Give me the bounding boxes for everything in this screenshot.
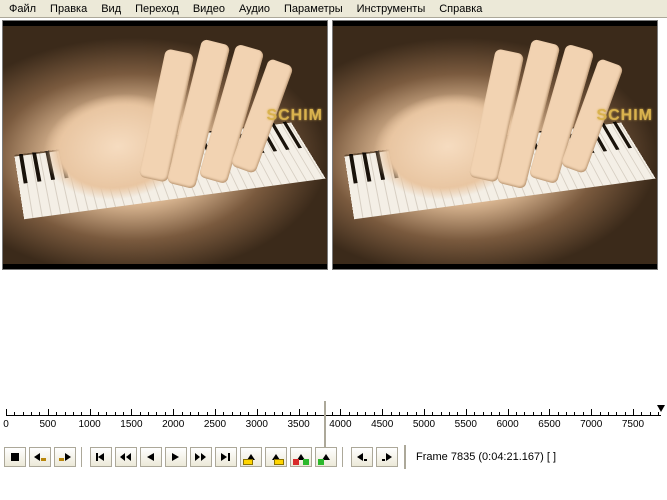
mark-range-end-button[interactable] — [315, 447, 337, 467]
menu-tools[interactable]: Инструменты — [350, 1, 433, 17]
go-selection-start-button[interactable] — [29, 447, 51, 467]
menu-audio[interactable]: Аудио — [232, 1, 277, 17]
toolbar-divider — [404, 445, 406, 469]
key-prev-button[interactable] — [140, 447, 162, 467]
tick-label: 6000 — [496, 419, 518, 430]
menu-view[interactable]: Вид — [94, 1, 128, 17]
video-frame-output: SCHIM — [333, 26, 657, 264]
frame-status-label: Frame 7835 (0:04:21.167) [ ] — [412, 451, 556, 463]
tick-label: 500 — [39, 419, 56, 430]
tick-label: 0 — [3, 419, 9, 430]
menu-bar: Файл Правка Вид Переход Видео Аудио Пара… — [0, 0, 667, 18]
piano-brand-label: SCHIM — [596, 107, 653, 125]
tick-label: 2500 — [204, 419, 226, 430]
audio-track-area — [0, 272, 667, 407]
tick-label: 6500 — [538, 419, 560, 430]
go-first-frame-button[interactable] — [90, 447, 112, 467]
tick-label: 4500 — [371, 419, 393, 430]
menu-file[interactable]: Файл — [2, 1, 43, 17]
tick-label: 1500 — [120, 419, 142, 430]
menu-help[interactable]: Справка — [432, 1, 489, 17]
piano-brand-label: SCHIM — [266, 107, 323, 125]
menu-edit[interactable]: Правка — [43, 1, 94, 17]
video-frame-source: SCHIM — [3, 26, 327, 264]
video-panes: SCHIM SCHIM — [0, 18, 667, 272]
mark-in-button[interactable] — [240, 447, 262, 467]
toolbar-separator — [342, 447, 346, 467]
tick-label: 4000 — [329, 419, 351, 430]
scene-next-button[interactable] — [376, 447, 398, 467]
go-selection-end-button[interactable] — [54, 447, 76, 467]
timeline-ruler[interactable]: 0 500 1000 1500 2000 2500 3000 3500 4000 4500 5000… — [6, 407, 661, 443]
menu-options[interactable]: Параметры — [277, 1, 350, 17]
go-last-frame-button[interactable] — [215, 447, 237, 467]
tick-label: 7000 — [580, 419, 602, 430]
menu-video[interactable]: Видео — [186, 1, 232, 17]
tick-label: 3000 — [246, 419, 268, 430]
step-back-button[interactable] — [115, 447, 137, 467]
mark-range-start-button[interactable] — [290, 447, 312, 467]
playhead-icon[interactable] — [657, 405, 665, 412]
tick-label: 5500 — [455, 419, 477, 430]
transport-toolbar: Frame 7835 (0:04:21.167) [ ] — [0, 443, 667, 469]
mark-out-button[interactable] — [265, 447, 287, 467]
tick-label: 7500 — [622, 419, 644, 430]
video-pane-source[interactable]: SCHIM — [2, 20, 328, 270]
stop-button[interactable] — [4, 447, 26, 467]
tick-label: 3500 — [287, 419, 309, 430]
key-next-button[interactable] — [165, 447, 187, 467]
tick-label: 2000 — [162, 419, 184, 430]
video-pane-output[interactable]: SCHIM — [332, 20, 658, 270]
tick-label: 1000 — [78, 419, 100, 430]
menu-go[interactable]: Переход — [128, 1, 186, 17]
toolbar-separator — [81, 447, 85, 467]
tick-label: 5000 — [413, 419, 435, 430]
step-forward-button[interactable] — [190, 447, 212, 467]
scene-prev-button[interactable] — [351, 447, 373, 467]
